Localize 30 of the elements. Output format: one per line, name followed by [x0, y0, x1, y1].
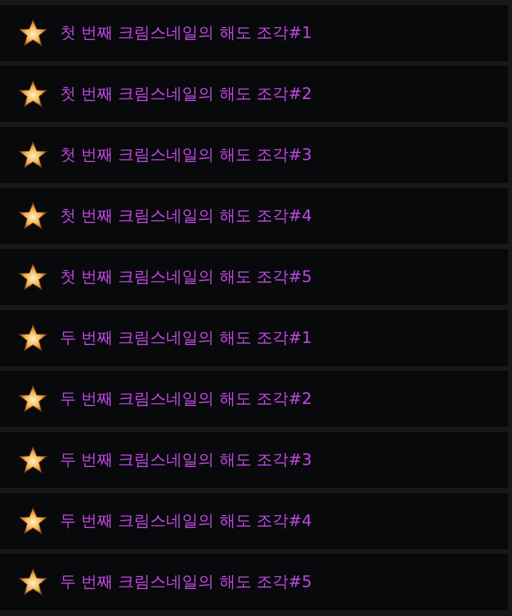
- item-label: 첫 번째 크림스네일의 해도 조각#5: [60, 266, 312, 288]
- list-item[interactable]: 두 번째 크림스네일의 해도 조각#5: [0, 554, 508, 610]
- star-icon: [18, 18, 48, 48]
- item-label: 두 번째 크림스네일의 해도 조각#5: [60, 571, 312, 593]
- item-label: 첫 번째 크림스네일의 해도 조각#3: [60, 144, 312, 166]
- item-label: 두 번째 크림스네일의 해도 조각#4: [60, 510, 312, 532]
- list-item[interactable]: 첫 번째 크림스네일의 해도 조각#3: [0, 127, 508, 183]
- star-icon: [18, 323, 48, 353]
- list-item[interactable]: 첫 번째 크림스네일의 해도 조각#1: [0, 5, 508, 61]
- star-icon: [18, 445, 48, 475]
- item-label: 두 번째 크림스네일의 해도 조각#2: [60, 388, 312, 410]
- list-item[interactable]: 두 번째 크림스네일의 해도 조각#3: [0, 432, 508, 488]
- item-label: 두 번째 크림스네일의 해도 조각#3: [60, 449, 312, 471]
- star-icon: [18, 140, 48, 170]
- list-item[interactable]: 두 번째 크림스네일의 해도 조각#1: [0, 310, 508, 366]
- star-icon: [18, 506, 48, 536]
- list-item[interactable]: 두 번째 크림스네일의 해도 조각#2: [0, 371, 508, 427]
- star-icon: [18, 201, 48, 231]
- list-item[interactable]: 첫 번째 크림스네일의 해도 조각#2: [0, 66, 508, 122]
- item-label: 첫 번째 크림스네일의 해도 조각#4: [60, 205, 312, 227]
- list-item[interactable]: 두 번째 크림스네일의 해도 조각#4: [0, 493, 508, 549]
- star-icon: [18, 79, 48, 109]
- list-item[interactable]: 첫 번째 크림스네일의 해도 조각#4: [0, 188, 508, 244]
- star-icon: [18, 262, 48, 292]
- list-item[interactable]: 첫 번째 크림스네일의 해도 조각#5: [0, 249, 508, 305]
- item-label: 첫 번째 크림스네일의 해도 조각#1: [60, 22, 312, 44]
- star-icon: [18, 384, 48, 414]
- star-icon: [18, 567, 48, 597]
- item-label: 두 번째 크림스네일의 해도 조각#1: [60, 327, 312, 349]
- item-label: 첫 번째 크림스네일의 해도 조각#2: [60, 83, 312, 105]
